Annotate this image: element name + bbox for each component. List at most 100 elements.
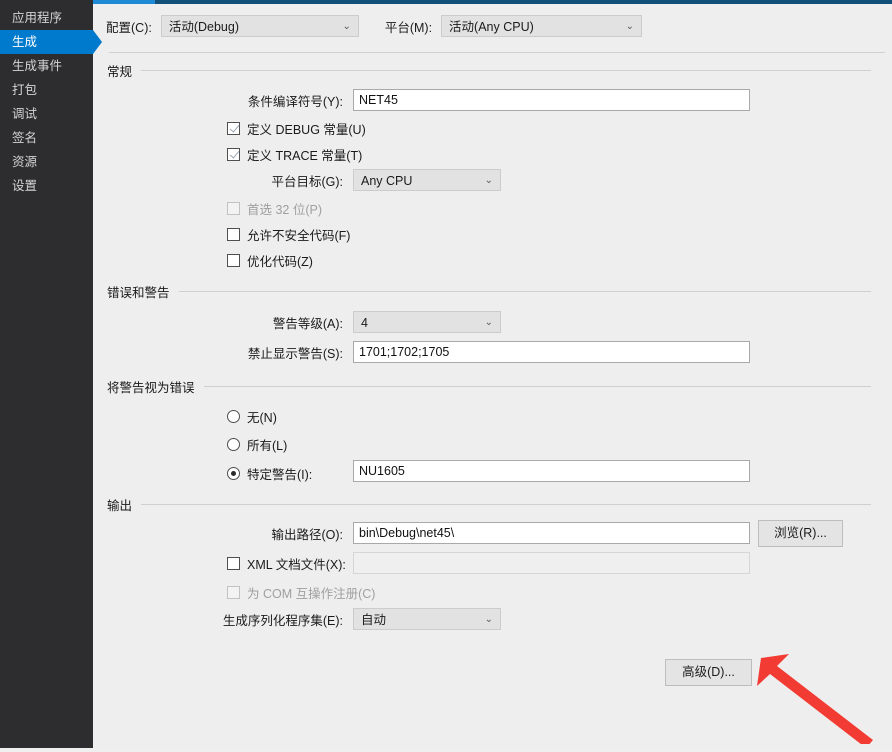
checkbox-icon [227,121,240,135]
prefer-32bit-label: 首选 32 位(P) [247,202,323,217]
radio-icon [227,437,240,451]
group-title: 错误和警告 [107,285,170,300]
sidebar-item-build-events[interactable]: 生成事件 [0,54,93,78]
sidebar-item-build[interactable]: 生成 [0,30,102,54]
optimize-code-label: 优化代码(Z) [247,254,313,269]
group-header-warnings-as-errors: 将警告视为错误 [107,378,871,395]
platform-target-value: Any CPU [361,174,413,188]
sidebar-item-label: 资源 [12,155,38,169]
warning-level-value: 4 [361,316,368,330]
serialization-assembly-dropdown[interactable]: 自动 ⌄ [353,608,501,630]
sidebar-item-label: 应用程序 [12,11,63,25]
suppress-warnings-row: 禁止显示警告(S): 1701;1702;1705 [93,341,750,363]
checkbox-icon [227,227,240,241]
platform-target-label: 平台目标(G): [271,174,343,189]
checkbox-icon [227,556,240,570]
sidebar-item-label: 生成事件 [12,59,63,73]
header-divider [109,52,885,53]
conditional-symbols-value: NET45 [359,93,398,107]
sidebar-item-application[interactable]: 应用程序 [0,6,93,30]
platform-dropdown[interactable]: 活动(Any CPU) ⌄ [441,15,643,37]
sidebar-item-label: 设置 [12,179,38,193]
suppress-warnings-value: 1701;1702;1705 [359,345,450,359]
checkbox-icon [227,147,240,161]
sidebar-item-label: 生成 [12,35,38,49]
platform-label: 平台(M): [384,20,433,35]
register-com-interop-label: 为 COM 互操作注册(C) [247,586,376,601]
xml-documentation-label: XML 文档文件(X): [247,557,346,572]
conditional-symbols-label: 条件编译符号(Y): [247,94,343,109]
define-trace-label: 定义 TRACE 常量(T) [247,148,363,163]
output-path-label: 输出路径(O): [271,527,343,542]
configuration-row: 配置(C): 活动(Debug) ⌄ 平台(M): 活动(Any CPU) ⌄ [93,4,892,48]
sidebar-item-signing[interactable]: 签名 [0,126,93,150]
properties-sidebar: 应用程序 生成 生成事件 打包 调试 签名 资源 设置 [0,0,102,748]
configuration-label: 配置(C): [106,20,152,35]
output-path-row: 输出路径(O): bin\Debug\net45\ [93,522,750,544]
chevron-down-icon: ⌄ [484,614,493,625]
warnings-none-radio[interactable]: 无(N) [227,406,277,426]
xml-documentation-checkbox[interactable]: XML 文档文件(X): [227,553,346,573]
xml-documentation-input[interactable] [353,552,750,574]
checkbox-icon [227,253,240,267]
conditional-symbols-input[interactable]: NET45 [353,89,750,111]
serialization-assembly-row: 生成序列化程序集(E): 自动 ⌄ [93,608,501,630]
warnings-none-label: 无(N) [247,410,277,425]
sidebar-item-settings[interactable]: 设置 [0,174,93,198]
group-title: 输出 [107,498,133,513]
group-header-general: 常规 [107,62,871,79]
conditional-symbols-row: 条件编译符号(Y): NET45 [93,89,750,111]
serialization-assembly-value: 自动 [361,613,387,627]
sidebar-item-label: 调试 [12,107,38,121]
warning-level-label: 警告等级(A): [272,316,343,331]
warning-level-row: 警告等级(A): 4 ⌄ [93,311,501,333]
group-title: 常规 [107,64,133,79]
warnings-all-radio[interactable]: 所有(L) [227,434,287,454]
sidebar-item-package[interactable]: 打包 [0,78,93,102]
suppress-warnings-label: 禁止显示警告(S): [247,346,343,361]
warnings-specific-input[interactable]: NU1605 [353,460,750,482]
optimize-code-checkbox[interactable]: 优化代码(Z) [227,250,313,270]
define-debug-label: 定义 DEBUG 常量(U) [247,122,366,137]
suppress-warnings-input[interactable]: 1701;1702;1705 [353,341,750,363]
output-path-value: bin\Debug\net45\ [359,526,455,540]
sidebar-item-debug[interactable]: 调试 [0,102,93,126]
group-rule [141,503,871,505]
warnings-specific-radio[interactable]: 特定警告(I): [227,463,312,483]
register-com-interop-checkbox: 为 COM 互操作注册(C) [227,582,375,602]
sidebar-item-label: 打包 [12,83,38,97]
serialization-assembly-label: 生成序列化程序集(E): [222,613,343,628]
checkbox-icon [227,201,240,215]
chevron-down-icon: ⌄ [625,21,635,32]
prefer-32bit-checkbox: 首选 32 位(P) [227,198,322,218]
chevron-down-icon: ⌄ [484,317,493,328]
sidebar-item-resources[interactable]: 资源 [0,150,93,174]
define-debug-checkbox[interactable]: 定义 DEBUG 常量(U) [227,118,366,138]
settings-scroll-area: 常规 条件编译符号(Y): NET45 定义 DEBUG 常量(U) 定义 TR… [93,56,892,752]
platform-target-dropdown[interactable]: Any CPU ⌄ [353,169,501,191]
chevron-down-icon: ⌄ [342,21,351,32]
browse-button-label: 浏览(R)... [774,526,827,540]
group-rule [203,385,871,387]
platform-target-row: 平台目标(G): Any CPU ⌄ [93,169,501,191]
advanced-button[interactable]: 高级(D)... [665,659,752,686]
configuration-dropdown[interactable]: 活动(Debug) ⌄ [160,15,359,37]
project-properties-window: 应用程序 生成 生成事件 打包 调试 签名 资源 设置 配置(C): 活动(De… [0,0,892,748]
define-trace-checkbox[interactable]: 定义 TRACE 常量(T) [227,144,362,164]
group-title: 将警告视为错误 [107,380,195,395]
chevron-down-icon: ⌄ [484,175,493,186]
group-rule [141,69,871,71]
browse-button[interactable]: 浏览(R)... [758,520,843,547]
radio-icon [227,466,240,480]
warning-level-dropdown[interactable]: 4 ⌄ [353,311,501,333]
sidebar-item-label: 签名 [12,131,38,145]
warnings-all-label: 所有(L) [247,438,288,453]
output-path-input[interactable]: bin\Debug\net45\ [353,522,750,544]
build-settings-pane: 配置(C): 活动(Debug) ⌄ 平台(M): 活动(Any CPU) ⌄ … [93,0,892,748]
platform-value: 活动(Any CPU) [449,20,534,34]
group-header-output: 输出 [107,496,871,513]
allow-unsafe-code-label: 允许不安全代码(F) [247,228,351,243]
advanced-button-label: 高级(D)... [682,665,735,679]
radio-icon [227,409,240,423]
allow-unsafe-code-checkbox[interactable]: 允许不安全代码(F) [227,224,350,244]
